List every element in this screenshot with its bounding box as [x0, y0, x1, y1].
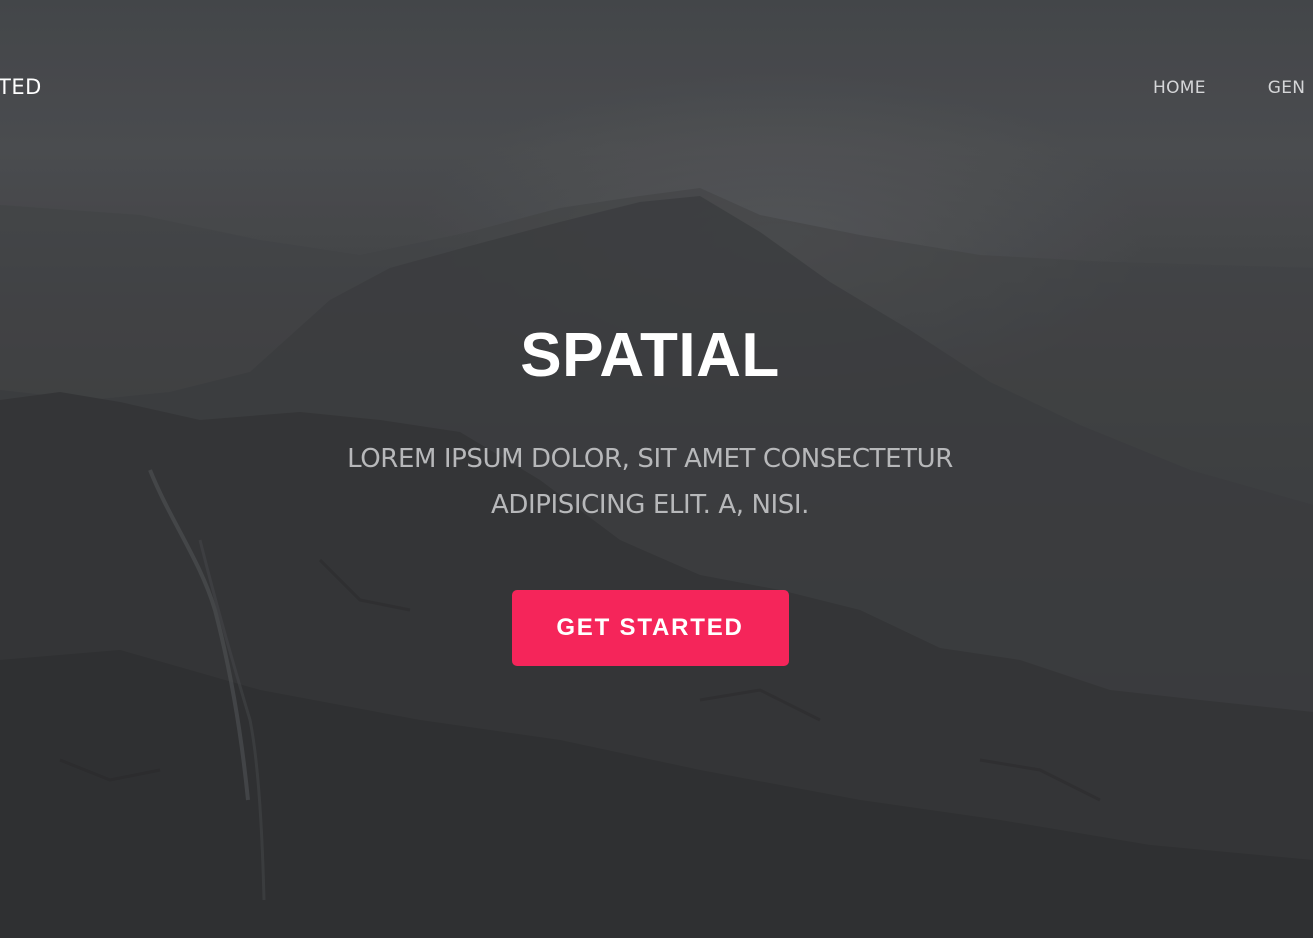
top-navbar: TED HOME GEN [0, 0, 1313, 175]
hero-content: SPATIAL LOREM IPSUM DOLOR, SIT AMET CONS… [0, 318, 1300, 666]
hero-title: SPATIAL [520, 321, 780, 390]
nav-link-gen[interactable]: GEN [1268, 78, 1306, 98]
hero-section: TED HOME GEN SPATIAL LOREM IPSUM DOLOR, S… [0, 0, 1313, 938]
hero-subtitle: LOREM IPSUM DOLOR, SIT AMET CONSECTETUR … [347, 444, 953, 520]
get-started-button[interactable]: GET STARTED [511, 590, 789, 666]
nav-link-home[interactable]: HOME [1153, 78, 1206, 98]
brand-logo[interactable]: TED [0, 74, 42, 100]
nav-links: HOME GEN [1153, 78, 1313, 100]
